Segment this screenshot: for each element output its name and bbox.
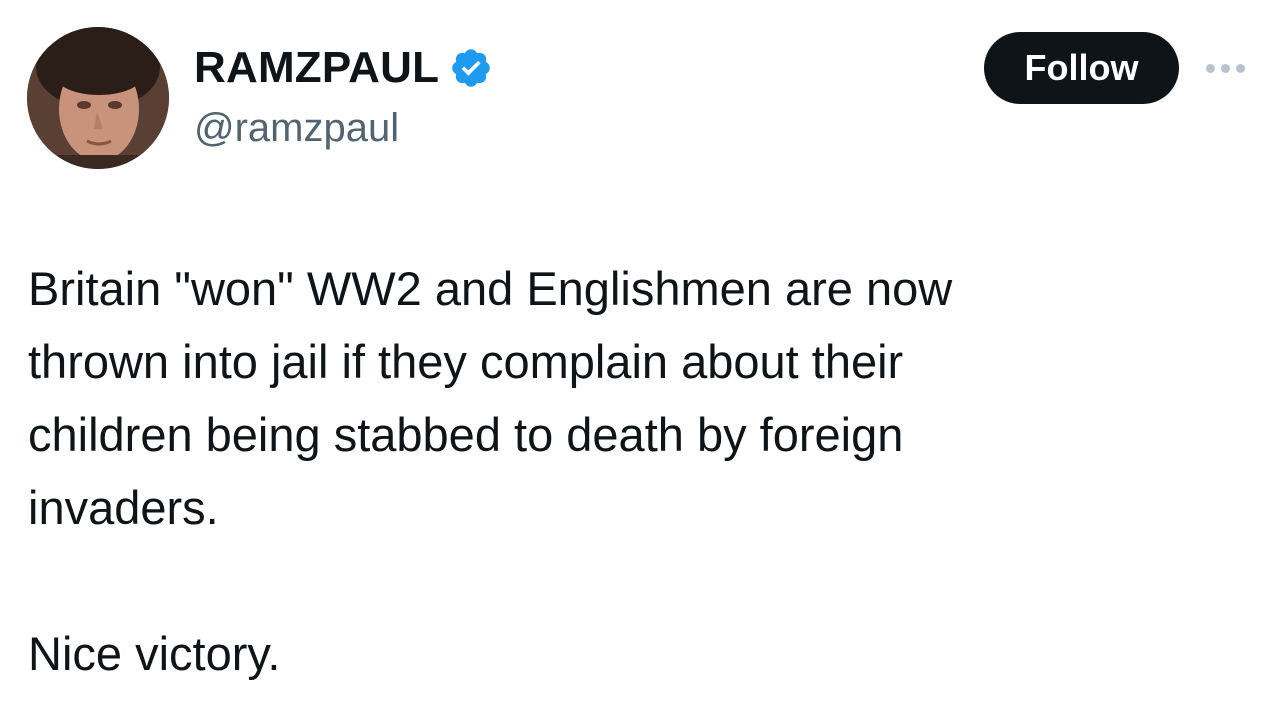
tweet-paragraph-2: Nice victory.	[28, 617, 1208, 690]
dot-3	[1236, 63, 1245, 73]
tweet-line: Nice victory.	[28, 627, 281, 680]
profile-photo-icon	[27, 27, 169, 169]
author-handle[interactable]: @ramzpaul	[194, 104, 399, 152]
dot-2	[1221, 63, 1230, 73]
tweet-line: children being stabbed to death by forei…	[28, 408, 904, 461]
tweet-line: invaders.	[28, 481, 219, 534]
dot-1	[1206, 63, 1215, 73]
tweet-paragraph-1: Britain "won" WW2 and Englishmen are now…	[28, 252, 1208, 544]
tweet-line: thrown into jail if they complain about …	[28, 335, 904, 388]
author-display-name[interactable]: RAMZPAUL	[194, 42, 439, 94]
follow-button[interactable]: Follow	[984, 32, 1179, 104]
tweet-text: Britain "won" WW2 and Englishmen are now…	[28, 252, 1208, 690]
avatar[interactable]	[27, 27, 169, 169]
verified-badge-icon[interactable]	[449, 46, 493, 90]
tweet-line: Britain "won" WW2 and Englishmen are now	[28, 262, 953, 315]
more-options-icon[interactable]	[1206, 58, 1256, 78]
author-name-row[interactable]: RAMZPAUL	[194, 42, 493, 94]
